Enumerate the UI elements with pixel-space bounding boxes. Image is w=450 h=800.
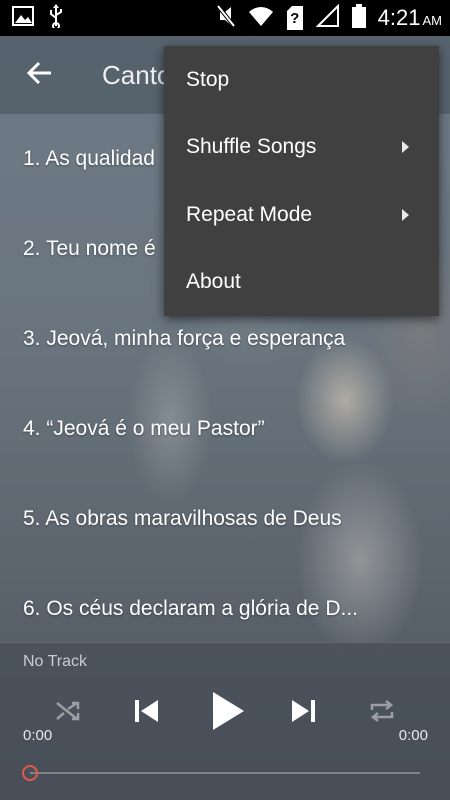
page-title: Canto	[102, 59, 172, 90]
status-time-value: 4:21	[377, 5, 421, 30]
status-time-ampm: AM	[422, 13, 443, 28]
previous-button[interactable]	[120, 685, 172, 741]
play-icon	[211, 691, 245, 736]
menu-item-shuffle-songs[interactable]: Shuffle Songs	[164, 114, 439, 182]
song-item-4[interactable]: 4. “Jeová é o meu Pastor”	[0, 384, 450, 474]
overflow-menu: Stop Shuffle Songs Repeat Mode About	[164, 46, 439, 316]
track-name: No Track	[23, 653, 88, 670]
battery-icon	[351, 3, 366, 33]
play-button[interactable]	[198, 685, 258, 741]
image-icon	[12, 5, 34, 31]
menu-item-label: Stop	[186, 67, 230, 91]
menu-item-about[interactable]: About	[164, 249, 439, 317]
song-item-5[interactable]: 5. As obras maravilhosas de Deus	[0, 474, 450, 564]
seekbar-thumb[interactable]	[22, 765, 38, 781]
player-panel: No Track 0:00 0:00	[0, 642, 450, 800]
arrow-back-icon	[26, 61, 53, 90]
status-right: ? 4:21 AM	[216, 3, 442, 33]
time-total: 0:00	[398, 727, 428, 744]
status-bar: ? 4:21 AM	[0, 0, 450, 36]
sim-label: ?	[290, 10, 300, 27]
menu-item-repeat-mode[interactable]: Repeat Mode	[164, 181, 439, 249]
song-item-6[interactable]: 6. Os céus declaram a glória de D...	[0, 564, 450, 642]
repeat-icon	[368, 698, 396, 729]
menu-item-label: Repeat Mode	[186, 202, 313, 226]
previous-icon	[132, 697, 160, 730]
next-button[interactable]	[278, 685, 330, 741]
status-time: 4:21 AM	[378, 5, 442, 31]
usb-icon	[48, 3, 64, 33]
time-elapsed: 0:00	[23, 727, 53, 744]
sim-icon: ?	[286, 6, 304, 30]
submenu-arrow-icon	[402, 208, 409, 221]
submenu-arrow-icon	[402, 141, 409, 154]
menu-item-label: About	[186, 270, 241, 294]
next-icon	[290, 697, 318, 730]
wifi-icon	[248, 5, 274, 32]
back-button[interactable]	[0, 36, 80, 114]
mute-icon	[216, 4, 236, 33]
player-controls	[0, 685, 450, 741]
status-left	[12, 3, 64, 33]
menu-item-label: Shuffle Songs	[186, 135, 317, 159]
shuffle-icon	[55, 699, 81, 728]
menu-item-stop[interactable]: Stop	[164, 46, 439, 114]
seekbar[interactable]	[30, 772, 420, 774]
signal-icon	[315, 3, 340, 33]
